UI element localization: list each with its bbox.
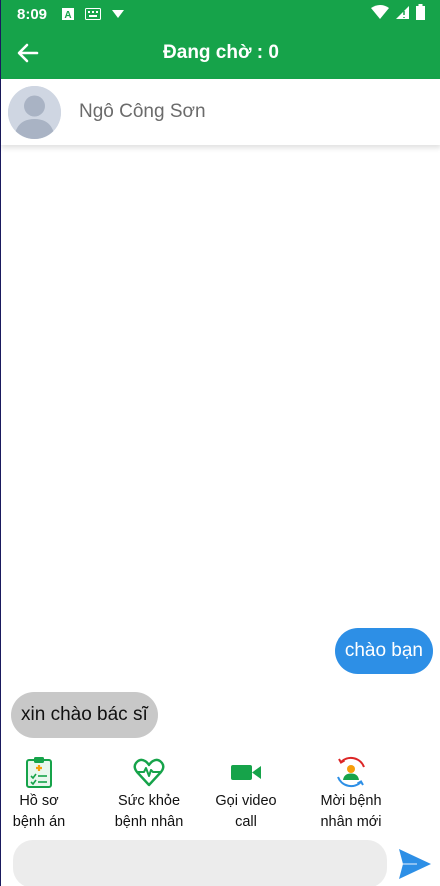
accessibility-icon: A: [61, 7, 75, 21]
battery-icon: [416, 4, 425, 24]
status-time: 8:09: [17, 5, 48, 23]
invite-patient-button[interactable]: Mời bệnh nhân mới: [311, 755, 391, 833]
contact-name: Ngô Công Sơn: [79, 101, 206, 122]
incoming-message[interactable]: xin chào bác sĩ: [11, 692, 158, 738]
send-icon[interactable]: [397, 846, 433, 882]
heart-pulse-icon: [132, 755, 166, 789]
invite-user-icon: [334, 755, 368, 789]
page-title: Đang chờ : 0: [163, 42, 279, 63]
status-bar: 8:09 A: [1, 0, 440, 28]
patient-health-button[interactable]: Sức khỏe bệnh nhân: [109, 755, 189, 833]
contact-header[interactable]: Ngô Công Sơn: [1, 79, 440, 145]
download-arrow-icon: [111, 8, 125, 20]
keyboard-icon: [85, 8, 102, 20]
outgoing-message[interactable]: chào bạn: [334, 628, 433, 674]
invite-patient-label: Mời bệnh nhân mới: [320, 793, 382, 830]
medical-record-button[interactable]: Hồ sơ bệnh án: [7, 755, 71, 833]
medical-record-icon: [22, 755, 56, 789]
medical-record-label: Hồ sơ bệnh án: [12, 793, 66, 830]
video-call-label: Gọi video call: [215, 793, 277, 830]
avatar: [8, 86, 61, 139]
signal-icon: [395, 5, 410, 24]
svg-text:A: A: [64, 10, 71, 21]
action-bar: Hồ sơ bệnh án Sức khỏe bệnh nhân Gọi vid…: [1, 755, 440, 837]
app-bar: Đang chờ : 0: [1, 28, 440, 79]
message-list[interactable]: chào bạn xin chào bác sĩ: [1, 145, 440, 745]
patient-health-label: Sức khỏe bệnh nhân: [114, 793, 184, 830]
message-input[interactable]: [13, 840, 387, 886]
wifi-icon: [371, 4, 389, 24]
video-call-button[interactable]: Gọi video call: [207, 755, 285, 833]
video-camera-icon: [229, 755, 263, 789]
